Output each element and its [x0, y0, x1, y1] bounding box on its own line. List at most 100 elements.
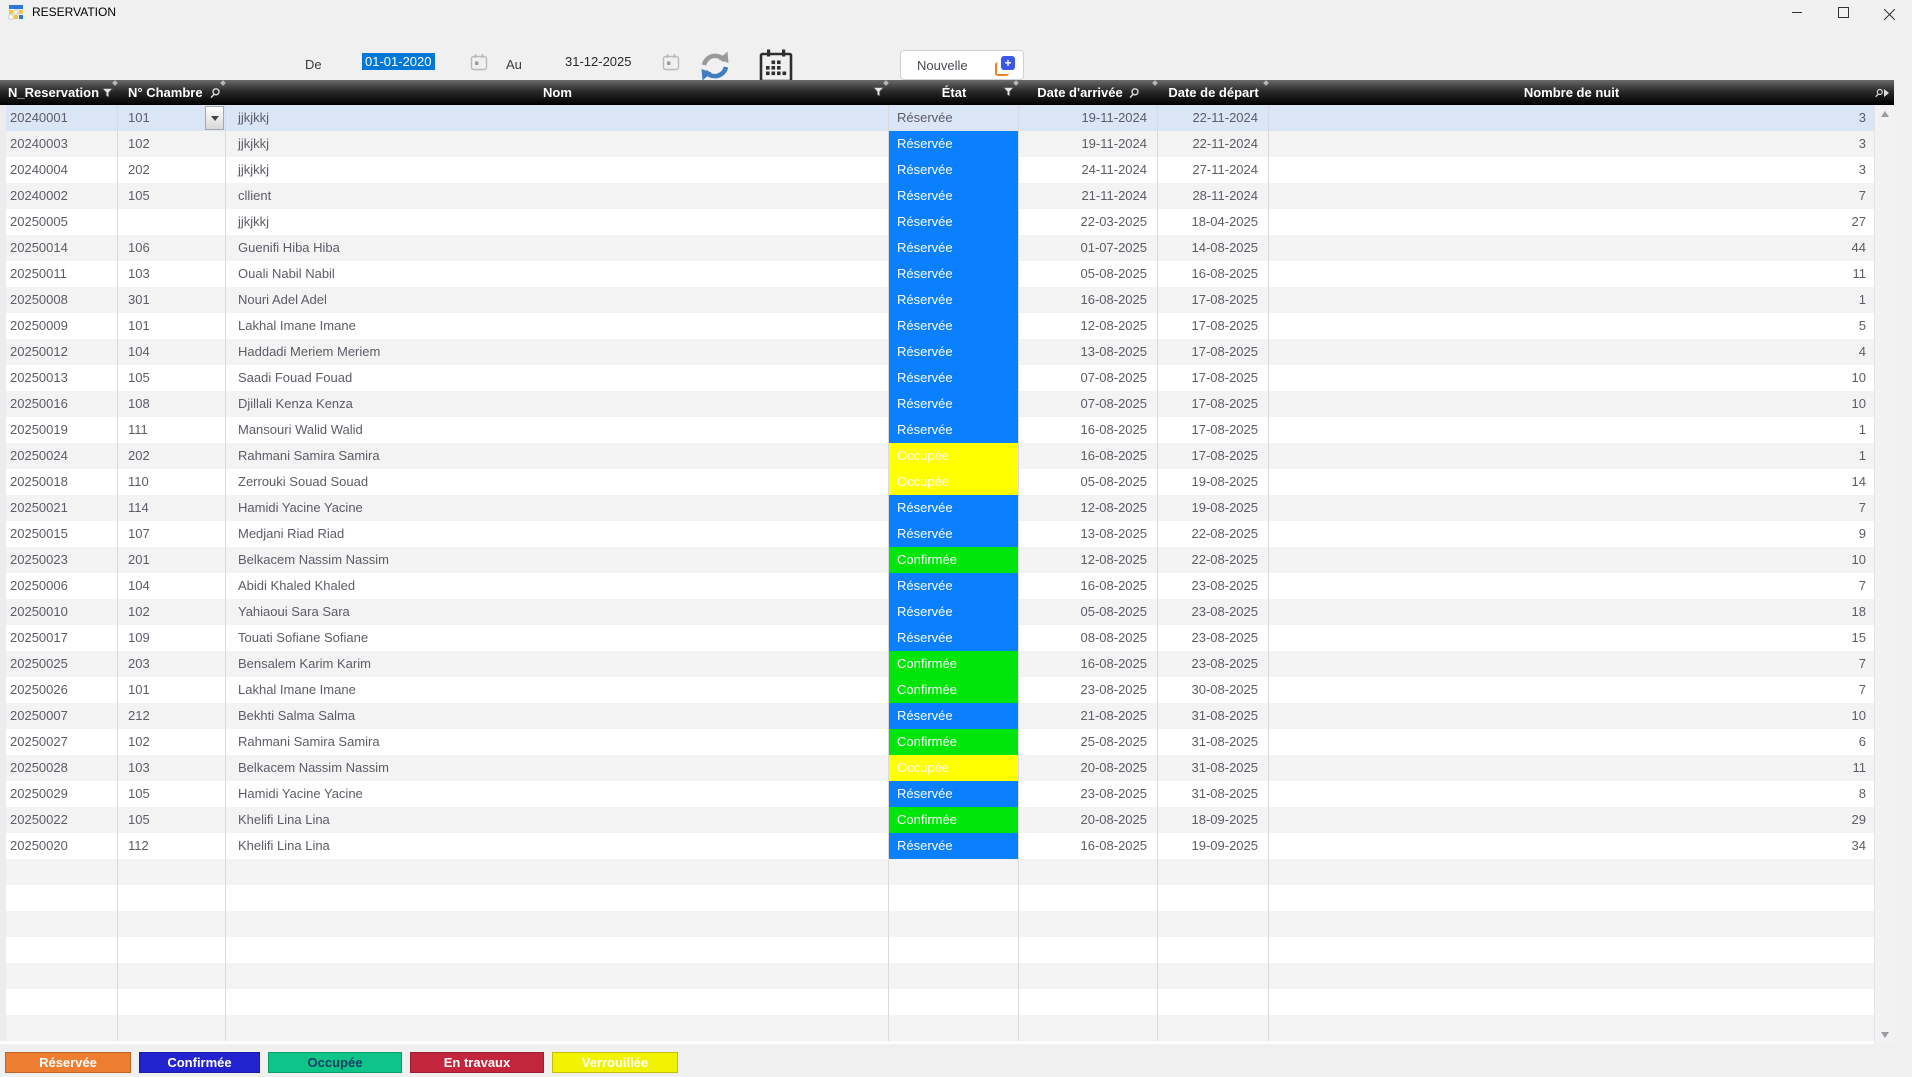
cell-arrival-date[interactable]	[1019, 937, 1158, 963]
cell-reservation-number[interactable]: 20250026	[0, 677, 118, 703]
legend-button[interactable]: Réservée	[5, 1052, 131, 1073]
cell-departure-date[interactable]: 31-08-2025	[1158, 781, 1269, 807]
cell-status[interactable]: Occupée	[889, 755, 1019, 781]
table-row[interactable]: 20250010 102 Yahiaoui Sara Sara Réservée…	[0, 599, 1874, 625]
cell-status[interactable]: Réservée	[889, 495, 1019, 521]
cell-arrival-date[interactable]: 16-08-2025	[1019, 833, 1158, 859]
cell-status[interactable]: Réservée	[889, 781, 1019, 807]
cell-status[interactable]	[889, 963, 1019, 989]
cell-room-number[interactable]: 101	[118, 677, 226, 703]
cell-arrival-date[interactable]: 19-11-2024	[1019, 131, 1158, 157]
cell-reservation-number[interactable]: 20250015	[0, 521, 118, 547]
cell-status[interactable]: Réservée	[889, 209, 1019, 235]
cell-arrival-date[interactable]: 07-08-2025	[1019, 391, 1158, 417]
table-row[interactable]: 20240001 101 jjkjkkj Réservée 19-11-2024…	[0, 105, 1874, 131]
search-icon[interactable]	[209, 87, 221, 99]
cell-reservation-number[interactable]: 20250016	[0, 391, 118, 417]
cell-guest-name[interactable]: Hamidi Yacine Yacine	[226, 495, 889, 521]
cell-nights[interactable]: 29	[1269, 807, 1874, 833]
table-row-empty[interactable]	[0, 963, 1874, 989]
filter-icon[interactable]	[102, 88, 113, 98]
cell-arrival-date[interactable]: 20-08-2025	[1019, 755, 1158, 781]
cell-reservation-number[interactable]: 20250010	[0, 599, 118, 625]
cell-arrival-date[interactable]	[1019, 859, 1158, 885]
cell-guest-name[interactable]: Saadi Fouad Fouad	[226, 365, 889, 391]
cell-room-number[interactable]: 112	[118, 833, 226, 859]
cell-nights[interactable]: 27	[1269, 209, 1874, 235]
room-dropdown-button[interactable]	[205, 106, 224, 130]
cell-arrival-date[interactable]: 12-08-2025	[1019, 547, 1158, 573]
cell-status[interactable]	[889, 1015, 1019, 1041]
cell-departure-date[interactable]	[1158, 937, 1269, 963]
cell-guest-name[interactable]	[226, 989, 889, 1015]
cell-room-number[interactable]: 102	[118, 599, 226, 625]
cell-status[interactable]	[889, 859, 1019, 885]
cell-status[interactable]: Réservée	[889, 105, 1019, 131]
cell-departure-date[interactable]: 17-08-2025	[1158, 287, 1269, 313]
cell-arrival-date[interactable]: 23-08-2025	[1019, 677, 1158, 703]
cell-departure-date[interactable]: 31-08-2025	[1158, 729, 1269, 755]
cell-guest-name[interactable]: Hamidi Yacine Yacine	[226, 781, 889, 807]
cell-reservation-number[interactable]: 20250028	[0, 755, 118, 781]
cell-nights[interactable]: 44	[1269, 235, 1874, 261]
cell-reservation-number[interactable]: 20240003	[0, 131, 118, 157]
cell-status[interactable]: Réservée	[889, 157, 1019, 183]
cell-status[interactable]	[889, 989, 1019, 1015]
cell-nights[interactable]: 7	[1269, 677, 1874, 703]
cell-status[interactable]: Réservée	[889, 625, 1019, 651]
cell-arrival-date[interactable]: 16-08-2025	[1019, 443, 1158, 469]
cell-reservation-number[interactable]: 20250017	[0, 625, 118, 651]
cell-arrival-date[interactable]: 05-08-2025	[1019, 261, 1158, 287]
cell-room-number[interactable]: 105	[118, 365, 226, 391]
cell-guest-name[interactable]: Haddadi Meriem Meriem	[226, 339, 889, 365]
cell-reservation-number[interactable]: 20250027	[0, 729, 118, 755]
cell-nights[interactable]: 34	[1269, 833, 1874, 859]
cell-arrival-date[interactable]: 16-08-2025	[1019, 651, 1158, 677]
cell-room-number[interactable]: 105	[118, 183, 226, 209]
table-row-empty[interactable]	[0, 885, 1874, 911]
cell-reservation-number[interactable]: 20250013	[0, 365, 118, 391]
cell-guest-name[interactable]	[226, 911, 889, 937]
table-row[interactable]: 20250022 105 Khelifi Lina Lina Confirmée…	[0, 807, 1874, 833]
table-row[interactable]: 20250028 103 Belkacem Nassim Nassim Occu…	[0, 755, 1874, 781]
table-row[interactable]: 20250008 301 Nouri Adel Adel Réservée 16…	[0, 287, 1874, 313]
table-row-empty[interactable]	[0, 937, 1874, 963]
cell-room-number[interactable]: 203	[118, 651, 226, 677]
cell-departure-date[interactable]	[1158, 989, 1269, 1015]
cell-reservation-number[interactable]: 20250014	[0, 235, 118, 261]
cell-guest-name[interactable]: jjkjkkj	[226, 209, 889, 235]
cell-reservation-number[interactable]: 20250008	[0, 287, 118, 313]
cell-reservation-number[interactable]	[0, 1015, 118, 1041]
table-row[interactable]: 20250019 111 Mansouri Walid Walid Réserv…	[0, 417, 1874, 443]
cell-status[interactable]: Réservée	[889, 313, 1019, 339]
cell-departure-date[interactable]: 22-11-2024	[1158, 131, 1269, 157]
cell-departure-date[interactable]: 22-11-2024	[1158, 105, 1269, 131]
cell-guest-name[interactable]	[226, 1015, 889, 1041]
cell-departure-date[interactable]: 30-08-2025	[1158, 677, 1269, 703]
cell-departure-date[interactable]: 31-08-2025	[1158, 755, 1269, 781]
cell-departure-date[interactable]: 23-08-2025	[1158, 651, 1269, 677]
cell-reservation-number[interactable]: 20250007	[0, 703, 118, 729]
cell-status[interactable]: Réservée	[889, 573, 1019, 599]
table-row[interactable]: 20250012 104 Haddadi Meriem Meriem Réser…	[0, 339, 1874, 365]
table-row-empty[interactable]	[0, 911, 1874, 937]
cell-status[interactable]: Occupée	[889, 443, 1019, 469]
cell-status[interactable]: Réservée	[889, 183, 1019, 209]
cell-guest-name[interactable]: Ouali Nabil Nabil	[226, 261, 889, 287]
cell-guest-name[interactable]	[226, 859, 889, 885]
cell-reservation-number[interactable]: 20250019	[0, 417, 118, 443]
vertical-scrollbar[interactable]	[1874, 105, 1895, 1044]
cell-nights[interactable]: 15	[1269, 625, 1874, 651]
table-row[interactable]: 20250009 101 Lakhal Imane Imane Réservée…	[0, 313, 1874, 339]
cell-departure-date[interactable]: 22-08-2025	[1158, 547, 1269, 573]
cell-nights[interactable]	[1269, 963, 1874, 989]
cell-arrival-date[interactable]: 21-08-2025	[1019, 703, 1158, 729]
cell-status[interactable]: Réservée	[889, 417, 1019, 443]
cell-status[interactable]: Réservée	[889, 703, 1019, 729]
cell-guest-name[interactable]: Lakhal Imane Imane	[226, 677, 889, 703]
cell-room-number[interactable]: 104	[118, 573, 226, 599]
cell-arrival-date[interactable]: 16-08-2025	[1019, 287, 1158, 313]
cell-nights[interactable]	[1269, 937, 1874, 963]
to-date-picker-button[interactable]	[662, 53, 681, 72]
cell-status[interactable]: Confirmée	[889, 729, 1019, 755]
